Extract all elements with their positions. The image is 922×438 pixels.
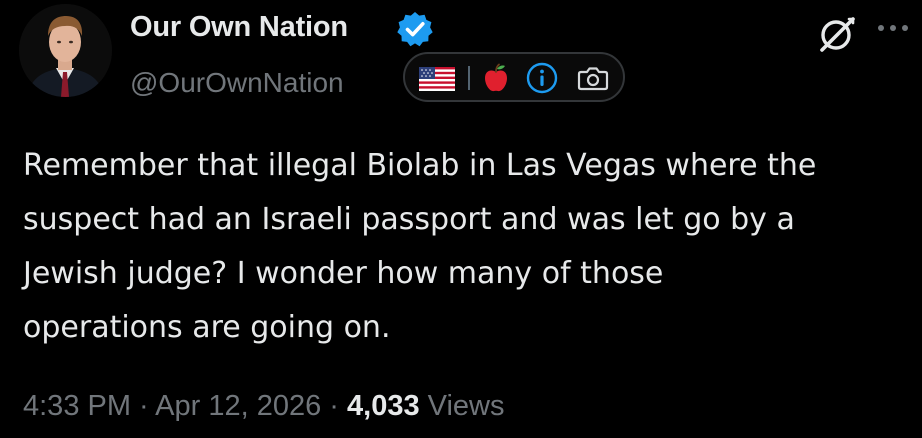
- meta-separator: ·: [321, 390, 348, 422]
- views-label: Views: [419, 390, 505, 422]
- badge-divider: [468, 66, 470, 90]
- verified-badge-icon[interactable]: [396, 10, 434, 48]
- profile-badges: [403, 52, 625, 102]
- tweet-time[interactable]: 4:33 PM: [23, 390, 131, 422]
- more-options-icon[interactable]: [874, 16, 912, 40]
- avatar[interactable]: [19, 4, 112, 97]
- tweet-date[interactable]: Apr 12, 2026: [155, 390, 321, 422]
- us-flag-icon: [419, 67, 455, 91]
- user-handle[interactable]: @OurOwnNation: [130, 67, 344, 99]
- tweet-metadata: 4:33 PM · Apr 12, 2026 · 4,033 Views: [23, 390, 505, 423]
- display-name[interactable]: Our Own Nation: [130, 11, 348, 44]
- tweet-text: Remember that illegal Biolab in Las Vega…: [23, 148, 817, 345]
- info-icon[interactable]: [526, 62, 558, 94]
- apple-icon: [482, 63, 510, 93]
- camera-icon[interactable]: [577, 64, 609, 92]
- views-count[interactable]: 4,033: [347, 390, 420, 422]
- grok-icon[interactable]: [815, 12, 859, 56]
- meta-separator: ·: [131, 390, 156, 422]
